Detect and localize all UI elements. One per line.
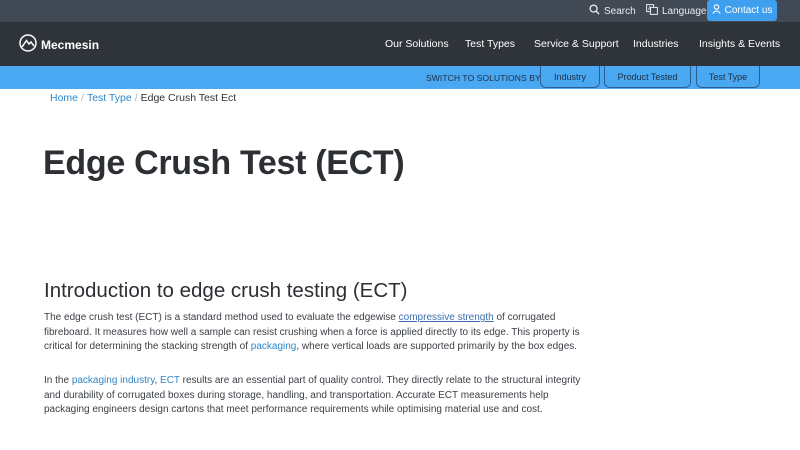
- switch-solutions-label: SWITCH TO SOLUTIONS BY: [426, 72, 541, 83]
- breadcrumb-current: Edge Crush Test Ect: [140, 92, 237, 104]
- search-icon: [589, 4, 600, 18]
- solutions-by-product-tab[interactable]: Product Tested: [604, 66, 691, 88]
- language-label: Language: [662, 5, 707, 17]
- nav-service-support[interactable]: Service & Support: [534, 22, 619, 66]
- solutions-by-test-type-tab[interactable]: Test Type: [696, 66, 760, 88]
- user-icon: [711, 4, 721, 17]
- breadcrumb-separator: /: [134, 92, 138, 104]
- page-title: Edge Crush Test (ECT): [43, 144, 405, 182]
- industry-paragraph: In the packaging industry, ECT results a…: [44, 374, 584, 418]
- utility-bar: Search A Language Contact us: [0, 0, 800, 22]
- search-button[interactable]: Search: [589, 0, 636, 22]
- contact-us-button[interactable]: Contact us: [707, 0, 777, 21]
- ect-link[interactable]: ECT: [160, 375, 180, 386]
- solutions-switcher: SWITCH TO SOLUTIONS BY Industry Product …: [0, 66, 800, 89]
- section-heading: Introduction to edge crush testing (ECT): [44, 279, 408, 302]
- packaging-industry-link[interactable]: packaging industry: [72, 375, 155, 386]
- brand-logo[interactable]: Mecmesin: [19, 34, 99, 55]
- nav-industries[interactable]: Industries: [633, 22, 679, 66]
- brand-name: Mecmesin: [41, 37, 100, 52]
- breadcrumb-home[interactable]: Home: [50, 92, 78, 104]
- nav-our-solutions[interactable]: Our Solutions: [385, 22, 449, 66]
- solutions-by-industry-tab[interactable]: Industry: [540, 66, 600, 88]
- intro-paragraph: The edge crush test (ECT) is a standard …: [44, 311, 584, 355]
- packaging-link[interactable]: packaging: [251, 341, 297, 352]
- svg-text:A: A: [648, 6, 652, 12]
- breadcrumb-test-type[interactable]: Test Type: [87, 92, 132, 104]
- mountain-logo-icon: [19, 34, 37, 55]
- compressive-strength-link[interactable]: compressive strength: [399, 312, 494, 323]
- search-label: Search: [604, 5, 636, 17]
- breadcrumb: Home / Test Type / Edge Crush Test Ect: [50, 92, 236, 104]
- contact-us-label: Contact us: [724, 5, 773, 16]
- breadcrumb-separator: /: [81, 92, 84, 104]
- nav-insights-events[interactable]: Insights & Events: [699, 22, 780, 66]
- language-button[interactable]: A Language: [646, 0, 707, 22]
- para1-text-3: , where vertical loads are supported pri…: [296, 341, 578, 352]
- para1-text-1: The edge crush test (ECT) is a standard …: [44, 312, 399, 323]
- translate-icon: A: [646, 4, 658, 18]
- para2-text-1: In the: [44, 375, 72, 386]
- nav-test-types[interactable]: Test Types: [465, 22, 515, 66]
- main-navigation: Mecmesin Our Solutions Test Types Servic…: [0, 22, 800, 66]
